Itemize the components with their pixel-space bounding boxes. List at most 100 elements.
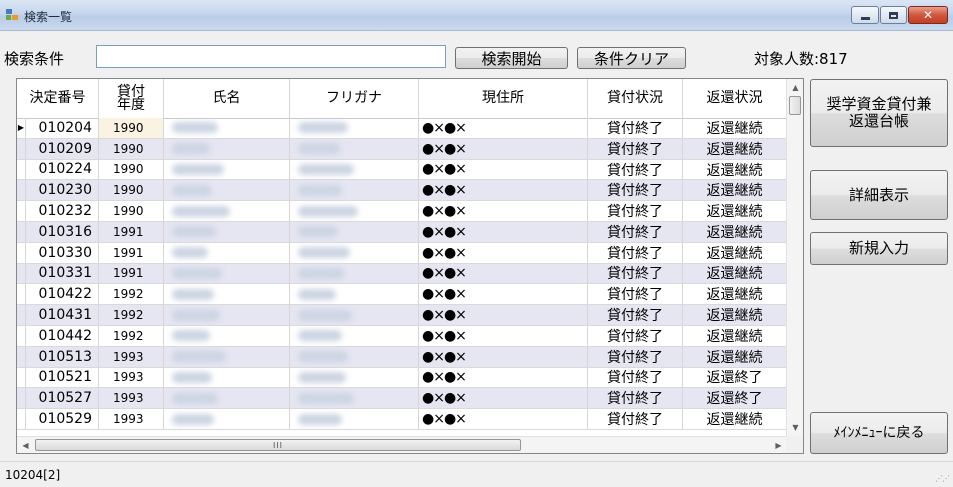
row-selector-icon[interactable] (17, 409, 26, 429)
repayment-status-cell[interactable]: 返還継続 (683, 242, 787, 263)
name-cell[interactable] (164, 201, 290, 221)
column-header-address[interactable]: 現住所 (419, 79, 588, 118)
repayment-status-cell[interactable]: 返還継続 (683, 180, 787, 201)
decision-number-cell[interactable]: 010316 (26, 221, 99, 242)
address-cell[interactable]: ●×●× (419, 180, 588, 201)
title-bar[interactable]: 検索一覧 ✕ (0, 0, 953, 31)
name-cell[interactable] (164, 388, 290, 409)
loan-status-cell[interactable]: 貸付終了 (588, 118, 683, 138)
address-cell[interactable]: ●×●× (419, 118, 588, 138)
horizontal-scrollbar[interactable]: ◀ III ▶ (17, 436, 787, 453)
table-row[interactable]: 010316 1991 ●×●× 貸付終了 返還継続 (17, 221, 787, 243)
vertical-scroll-thumb[interactable] (789, 96, 801, 115)
repayment-status-cell[interactable]: 返還継続 (683, 409, 787, 429)
furigana-cell[interactable] (290, 180, 419, 201)
repayment-status-cell[interactable]: 返還終了 (683, 367, 787, 388)
address-cell[interactable]: ●×●× (419, 284, 588, 305)
name-cell[interactable] (164, 159, 290, 180)
repayment-status-cell[interactable]: 返還継続 (683, 138, 787, 159)
loan-status-cell[interactable]: 貸付終了 (588, 180, 683, 201)
name-cell[interactable] (164, 284, 290, 305)
column-header-decision-number[interactable]: 決定番号 (17, 79, 99, 118)
loan-year-cell[interactable]: 1991 (99, 242, 164, 263)
furigana-cell[interactable] (290, 118, 419, 138)
decision-number-cell[interactable]: 010330 (26, 242, 99, 263)
table-row[interactable]: 010331 1991 ●×●× 貸付終了 返還継続 (17, 263, 787, 285)
decision-number-cell[interactable]: 010513 (26, 346, 99, 367)
loan-year-cell[interactable]: 1991 (99, 221, 164, 242)
table-row[interactable]: 010529 1993 ●×●× 貸付終了 返還継続 (17, 409, 787, 430)
name-cell[interactable] (164, 221, 290, 242)
address-cell[interactable]: ●×●× (419, 325, 588, 346)
table-row[interactable]: 010442 1992 ●×●× 貸付終了 返還継続 (17, 325, 787, 347)
column-header-furigana[interactable]: フリガナ (290, 79, 419, 118)
row-selector-icon[interactable] (17, 180, 26, 201)
address-cell[interactable]: ●×●× (419, 159, 588, 180)
vertical-scrollbar[interactable]: ▲ ▼ (786, 79, 803, 436)
address-cell[interactable]: ●×●× (419, 242, 588, 263)
table-row[interactable]: 010513 1993 ●×●× 貸付終了 返還継続 (17, 346, 787, 368)
loan-status-cell[interactable]: 貸付終了 (588, 305, 683, 325)
table-row[interactable]: 010431 1992 ●×●× 貸付終了 返還継続 (17, 305, 787, 326)
decision-number-cell[interactable]: 010209 (26, 138, 99, 159)
name-cell[interactable] (164, 325, 290, 346)
column-header-repayment-status[interactable]: 返還状況 (683, 79, 787, 118)
row-selector-icon[interactable] (17, 284, 26, 305)
address-cell[interactable]: ●×●× (419, 346, 588, 367)
table-row[interactable]: 010527 1993 ●×●× 貸付終了 返還終了 (17, 388, 787, 410)
repayment-status-cell[interactable]: 返還継続 (683, 221, 787, 242)
name-cell[interactable] (164, 180, 290, 201)
loan-year-cell[interactable]: 1990 (99, 118, 164, 138)
decision-number-cell[interactable]: 010232 (26, 201, 99, 221)
loan-year-cell[interactable]: 1993 (99, 346, 164, 367)
repayment-status-cell[interactable]: 返還終了 (683, 388, 787, 409)
row-selector-icon[interactable] (17, 159, 26, 180)
row-selector-icon[interactable] (17, 388, 26, 409)
loan-year-cell[interactable]: 1992 (99, 284, 164, 305)
address-cell[interactable]: ●×●× (419, 201, 588, 221)
name-cell[interactable] (164, 346, 290, 367)
address-cell[interactable]: ●×●× (419, 367, 588, 388)
furigana-cell[interactable] (290, 263, 419, 284)
loan-year-cell[interactable]: 1993 (99, 388, 164, 409)
decision-number-cell[interactable]: 010422 (26, 284, 99, 305)
clear-conditions-button[interactable]: 条件クリア (577, 47, 686, 69)
maximize-button[interactable] (880, 6, 907, 24)
furigana-cell[interactable] (290, 284, 419, 305)
scroll-down-icon[interactable]: ▼ (787, 419, 803, 436)
furigana-cell[interactable] (290, 221, 419, 242)
loan-status-cell[interactable]: 貸付終了 (588, 221, 683, 242)
repayment-status-cell[interactable]: 返還継続 (683, 118, 787, 138)
scholarship-ledger-button[interactable]: 奨学資金貸付兼 返還台帳 (810, 79, 948, 147)
furigana-cell[interactable] (290, 242, 419, 263)
furigana-cell[interactable] (290, 367, 419, 388)
name-cell[interactable] (164, 242, 290, 263)
table-row[interactable]: 010209 1990 ●×●× 貸付終了 返還継続 (17, 138, 787, 160)
row-selector-icon[interactable] (17, 305, 26, 325)
loan-year-cell[interactable]: 1990 (99, 180, 164, 201)
loan-year-cell[interactable]: 1992 (99, 325, 164, 346)
address-cell[interactable]: ●×●× (419, 138, 588, 159)
row-selector-icon[interactable]: ▶ (17, 118, 26, 138)
loan-status-cell[interactable]: 貸付終了 (588, 409, 683, 429)
loan-status-cell[interactable]: 貸付終了 (588, 201, 683, 221)
loan-year-cell[interactable]: 1991 (99, 263, 164, 284)
furigana-cell[interactable] (290, 388, 419, 409)
name-cell[interactable] (164, 409, 290, 429)
loan-year-cell[interactable]: 1992 (99, 305, 164, 325)
row-selector-icon[interactable] (17, 138, 26, 159)
loan-status-cell[interactable]: 貸付終了 (588, 242, 683, 263)
row-selector-icon[interactable] (17, 325, 26, 346)
loan-status-cell[interactable]: 貸付終了 (588, 138, 683, 159)
address-cell[interactable]: ●×●× (419, 263, 588, 284)
furigana-cell[interactable] (290, 325, 419, 346)
decision-number-cell[interactable]: 010204 (26, 118, 99, 138)
address-cell[interactable]: ●×●× (419, 221, 588, 242)
loan-year-cell[interactable]: 1993 (99, 409, 164, 429)
decision-number-cell[interactable]: 010521 (26, 367, 99, 388)
table-row[interactable]: 010521 1993 ●×●× 貸付終了 返還終了 (17, 367, 787, 389)
row-selector-icon[interactable] (17, 367, 26, 388)
furigana-cell[interactable] (290, 305, 419, 325)
search-input[interactable] (96, 45, 446, 68)
row-selector-icon[interactable] (17, 263, 26, 284)
